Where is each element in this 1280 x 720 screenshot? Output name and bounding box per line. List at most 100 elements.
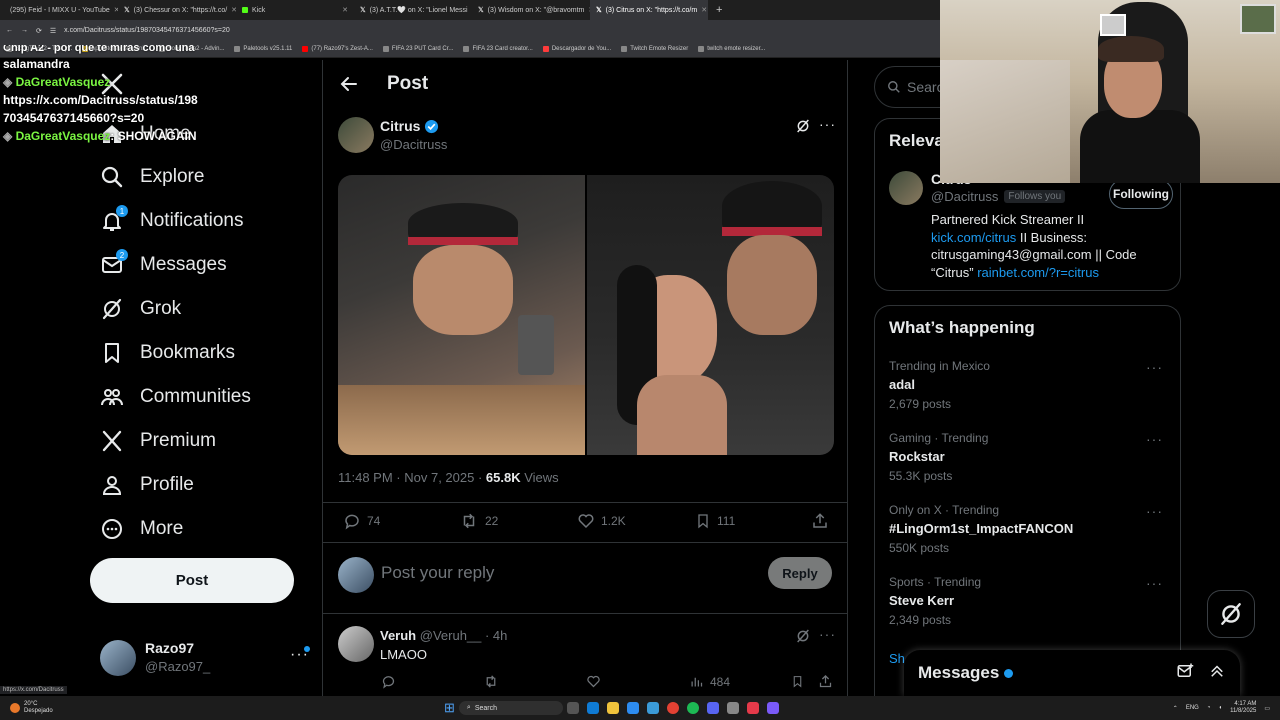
new-tab-button[interactable]: + — [708, 4, 730, 16]
forward-icon[interactable]: → — [21, 27, 28, 34]
trend-item[interactable]: Sports · Trending Steve Kerr 2,349 posts… — [889, 575, 1169, 627]
bookmark-item[interactable]: Paletools v25.1.11 — [234, 46, 292, 52]
lang-indicator[interactable]: ENG — [1186, 705, 1199, 711]
windows-start-icon[interactable]: ⊞ — [444, 700, 455, 716]
like-action[interactable]: 1.2K — [577, 512, 626, 530]
notifications-icon[interactable]: ▭ — [1264, 705, 1270, 712]
more-dots-icon[interactable]: ··· — [819, 116, 836, 132]
task-view-icon[interactable] — [566, 702, 579, 714]
discord-icon[interactable] — [706, 702, 719, 714]
spotify-icon[interactable] — [686, 702, 699, 714]
nav-grok[interactable]: Grok — [100, 297, 181, 321]
tab-x-wisdom[interactable]: 𝕏(3) Wisdom on X: "@bravomtm✕ — [472, 0, 590, 20]
nav-communities[interactable]: Communities — [100, 385, 251, 409]
author-avatar[interactable] — [338, 117, 374, 153]
tray-chevron-icon[interactable]: ⌃ — [1173, 705, 1178, 712]
bio-link[interactable]: kick.com/citrus — [931, 230, 1016, 245]
repost-action[interactable]: 22 — [459, 512, 498, 530]
heart-icon[interactable] — [586, 674, 601, 689]
reply-author[interactable]: Veruh @Veruh__ · 4h — [380, 628, 507, 643]
tab-kick[interactable]: Kick ✕ — [236, 0, 354, 20]
post-media[interactable] — [338, 175, 834, 455]
messages-drawer[interactable]: Messages — [904, 650, 1240, 696]
tab-x-att[interactable]: 𝕏(3) A.T.T.🤍 on X: "Lionel Messi✕ — [354, 0, 472, 20]
weather-widget[interactable]: 20°C Despejado — [0, 701, 440, 715]
bookmark-item[interactable]: FIFA 23 PUT Card Cr... — [382, 46, 453, 52]
more-dots-icon[interactable]: ··· — [1146, 575, 1163, 591]
mail-icon[interactable] — [646, 702, 659, 714]
photo-right[interactable] — [587, 175, 834, 455]
nav-notifications[interactable]: 1 Notifications — [100, 205, 244, 233]
bookmark-item[interactable]: Descargador de You... — [542, 46, 611, 52]
more-dots-icon[interactable]: ··· — [1146, 431, 1163, 447]
compose-message-icon[interactable] — [1176, 662, 1194, 685]
reply-button[interactable]: Reply — [768, 557, 832, 589]
trend-item[interactable]: Gaming · Trending Rockstar 55.3K posts ·… — [889, 431, 1169, 483]
show-more-link[interactable]: Sh — [889, 651, 905, 666]
search-icon: ⌕ — [466, 704, 471, 711]
post-button[interactable]: Post — [90, 558, 294, 603]
back-arrow-icon[interactable] — [339, 74, 359, 99]
bookmark-action[interactable]: 111 — [695, 512, 735, 530]
clock[interactable]: 4:17 AM 11/8/2025 — [1230, 701, 1256, 715]
tab-x-chessur[interactable]: 𝕏 (3) Chessur on X: "https://t.co/✕ — [118, 0, 236, 20]
grok-explain-icon[interactable] — [795, 118, 811, 139]
share-icon[interactable] — [818, 674, 833, 689]
bookmark-item[interactable]: twitch emote resizer... — [698, 46, 765, 52]
wifi-icon[interactable]: ◔ — [1207, 705, 1211, 711]
reply-input[interactable]: Post your reply — [381, 563, 494, 583]
views-action[interactable]: 484 — [689, 674, 730, 689]
bookmark-icon — [463, 46, 470, 52]
avatar[interactable] — [338, 626, 374, 662]
avatar[interactable] — [889, 171, 923, 205]
tab-youtube[interactable]: (295) Feid - I MIXX U - YouTube ✕ — [0, 0, 118, 20]
back-icon[interactable]: ← — [6, 27, 13, 34]
url-field[interactable]: x.com/Dacitruss/status/19870345476371456… — [64, 27, 230, 34]
site-info-icon[interactable]: ☰ — [50, 27, 56, 35]
app-icon[interactable] — [726, 702, 739, 714]
chrome-icon[interactable] — [666, 702, 679, 714]
file-explorer-icon[interactable] — [606, 702, 619, 714]
grok-fab-button[interactable] — [1207, 590, 1255, 638]
share-icon[interactable] — [811, 512, 829, 530]
bookmark-icon[interactable] — [791, 674, 804, 689]
more-dots-icon[interactable]: ··· — [1146, 359, 1163, 375]
photo-left[interactable] — [338, 175, 585, 455]
nav-bookmarks[interactable]: Bookmarks — [100, 341, 235, 365]
grok-explain-icon[interactable] — [795, 628, 811, 649]
chevron-up-icon[interactable] — [1208, 662, 1226, 685]
tab-x-citrus[interactable]: 𝕏 (3) Citrus on X: "https://t.co/m ✕ — [590, 0, 708, 20]
trend-item[interactable]: Only on X · Trending #LingOrm1st_ImpactF… — [889, 503, 1169, 555]
volume-icon[interactable]: ◖ — [1218, 705, 1222, 711]
author-name[interactable]: Citrus — [380, 118, 439, 134]
nav-messages[interactable]: 2 Messages — [100, 249, 227, 277]
trend-item[interactable]: Trending in Mexico adal 2,679 posts ··· — [889, 359, 1169, 411]
verified-badge-icon — [425, 119, 439, 133]
nav-profile[interactable]: Profile — [100, 473, 194, 497]
more-dots-icon[interactable]: ··· — [819, 626, 836, 642]
comment-icon[interactable] — [381, 674, 396, 689]
close-tab-icon[interactable]: ✕ — [342, 6, 348, 14]
more-dots-icon[interactable]: ··· — [1146, 503, 1163, 519]
repost-icon[interactable] — [483, 674, 499, 689]
x-logo-icon: 𝕏 — [360, 7, 366, 14]
bookmark-item[interactable]: FIFA 23 Card creator... — [463, 46, 533, 52]
nav-explore[interactable]: Explore — [100, 165, 204, 189]
close-tab-icon[interactable]: ✕ — [701, 6, 707, 14]
bookmark-item[interactable]: Twitch Emote Resizer — [621, 46, 688, 52]
nav-more[interactable]: More — [100, 517, 183, 541]
app-icon[interactable] — [766, 702, 779, 714]
account-switcher[interactable]: Razo97 @Razo97_ ··· — [100, 638, 310, 678]
taskbar-search[interactable]: ⌕ Search — [458, 701, 563, 715]
reload-icon[interactable]: ⟳ — [36, 27, 42, 35]
nav-premium[interactable]: Premium — [100, 429, 216, 453]
heart-icon — [578, 514, 594, 529]
edge-icon[interactable] — [586, 702, 599, 714]
following-button[interactable]: Following — [1109, 179, 1173, 209]
bookmark-item[interactable]: (77) Razo97's Zest-A... — [302, 46, 373, 52]
store-icon[interactable] — [626, 702, 639, 714]
bio-link[interactable]: rainbet.com/?r=citrus — [977, 265, 1099, 280]
reply-action[interactable]: 74 — [343, 512, 380, 530]
music-app-icon[interactable] — [746, 702, 759, 714]
author-handle[interactable]: @Dacitruss — [380, 137, 447, 152]
